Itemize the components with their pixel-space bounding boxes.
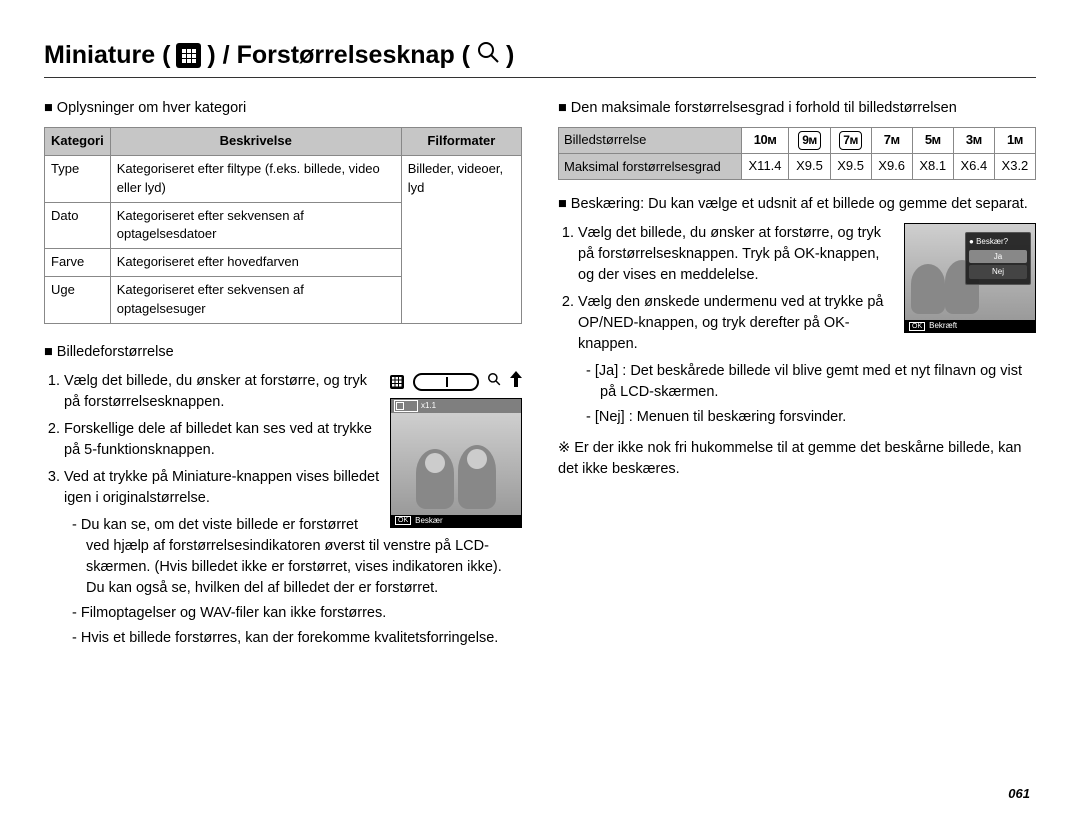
crop-intro: Beskæring: Du kan vælge et udsnit af et … bbox=[558, 194, 1036, 215]
lcd-preview: x1.1 OK Beskær bbox=[390, 398, 522, 528]
crop-options: - [Ja] : Det beskårede billede vil blive… bbox=[586, 361, 1036, 428]
title-text-3: ) bbox=[506, 41, 514, 70]
table-row: Billedstørrelse 10ᴍ 9ᴍ 7ᴍ 7ᴍ 5ᴍ 3ᴍ 1ᴍ bbox=[559, 128, 1036, 154]
crop-lcd-bottom-label: Bekræft bbox=[929, 320, 957, 332]
note-item: - [Nej] : Menuen til beskæring forsvinde… bbox=[586, 407, 1036, 428]
zoom-table: Billedstørrelse 10ᴍ 9ᴍ 7ᴍ 7ᴍ 5ᴍ 3ᴍ 1ᴍ Ma… bbox=[558, 127, 1036, 180]
lcd-photo bbox=[391, 413, 521, 515]
cat-th-1: Beskrivelse bbox=[110, 128, 401, 156]
lcd-nav-icon bbox=[394, 400, 418, 412]
table-row: Maksimal forstørrelsesgrad X11.4 X9.5 X9… bbox=[559, 154, 1036, 180]
magnify-icon bbox=[476, 40, 500, 71]
lcd-ok-tag: OK bbox=[395, 516, 411, 525]
zoom-switch-icon bbox=[413, 373, 479, 391]
magnify-small-icon bbox=[487, 372, 501, 393]
zoom-row1-label: Billedstørrelse bbox=[559, 128, 742, 154]
cat-th-0: Kategori bbox=[45, 128, 111, 156]
crop-lcd-photo: ● Beskær? Ja Nej bbox=[905, 224, 1035, 320]
page-title: Miniature ( ) / Forstørrelsesknap ( ) bbox=[44, 40, 1036, 71]
crop-dialog: ● Beskær? Ja Nej bbox=[965, 232, 1031, 285]
memory-note: Er der ikke nok fri hukommelse til at ge… bbox=[558, 438, 1036, 480]
title-divider bbox=[44, 77, 1036, 78]
title-text-2: ) / Forstørrelsesknap ( bbox=[207, 41, 470, 70]
zoom-row2-label: Maksimal forstørrelsesgrad bbox=[559, 154, 742, 180]
up-arrow-icon bbox=[510, 371, 522, 394]
zoom-illustration: x1.1 OK Beskær bbox=[390, 371, 522, 528]
page-number: 061 bbox=[1008, 786, 1030, 801]
note-item: - [Ja] : Det beskårede billede vil blive… bbox=[586, 361, 1036, 403]
enlarge-notes: - Du kan se, om det viste billede er for… bbox=[72, 515, 522, 649]
dialog-opt-no: Nej bbox=[969, 265, 1027, 279]
category-table: Kategori Beskrivelse Filformater Type Ka… bbox=[44, 127, 522, 324]
right-section1-heading: Den maksimale forstørrelsesgrad i forhol… bbox=[558, 98, 1036, 119]
title-text-1: Miniature ( bbox=[44, 41, 170, 70]
lcd-bottom-label: Beskær bbox=[415, 515, 443, 527]
left-section2-heading: Billedeforstørrelse bbox=[44, 342, 522, 363]
note-item: - Filmoptagelser og WAV-filer kan ikke f… bbox=[72, 603, 522, 624]
table-row: Type Kategoriseret efter filtype (f.eks.… bbox=[45, 155, 522, 202]
dialog-opt-yes: Ja bbox=[969, 250, 1027, 264]
cat-th-2: Filformater bbox=[401, 128, 521, 156]
crop-illustration: ● Beskær? Ja Nej OK Bekræft bbox=[904, 223, 1036, 333]
lcd-zoom-label: x1.1 bbox=[421, 400, 436, 412]
crop-lcd-ok: OK bbox=[909, 322, 925, 331]
thumbnail-small-icon bbox=[390, 375, 404, 389]
note-item: - Hvis et billede forstørres, kan der fo… bbox=[72, 628, 522, 649]
thumbnail-icon bbox=[176, 43, 201, 68]
left-section1-heading: Oplysninger om hver kategori bbox=[44, 98, 522, 119]
